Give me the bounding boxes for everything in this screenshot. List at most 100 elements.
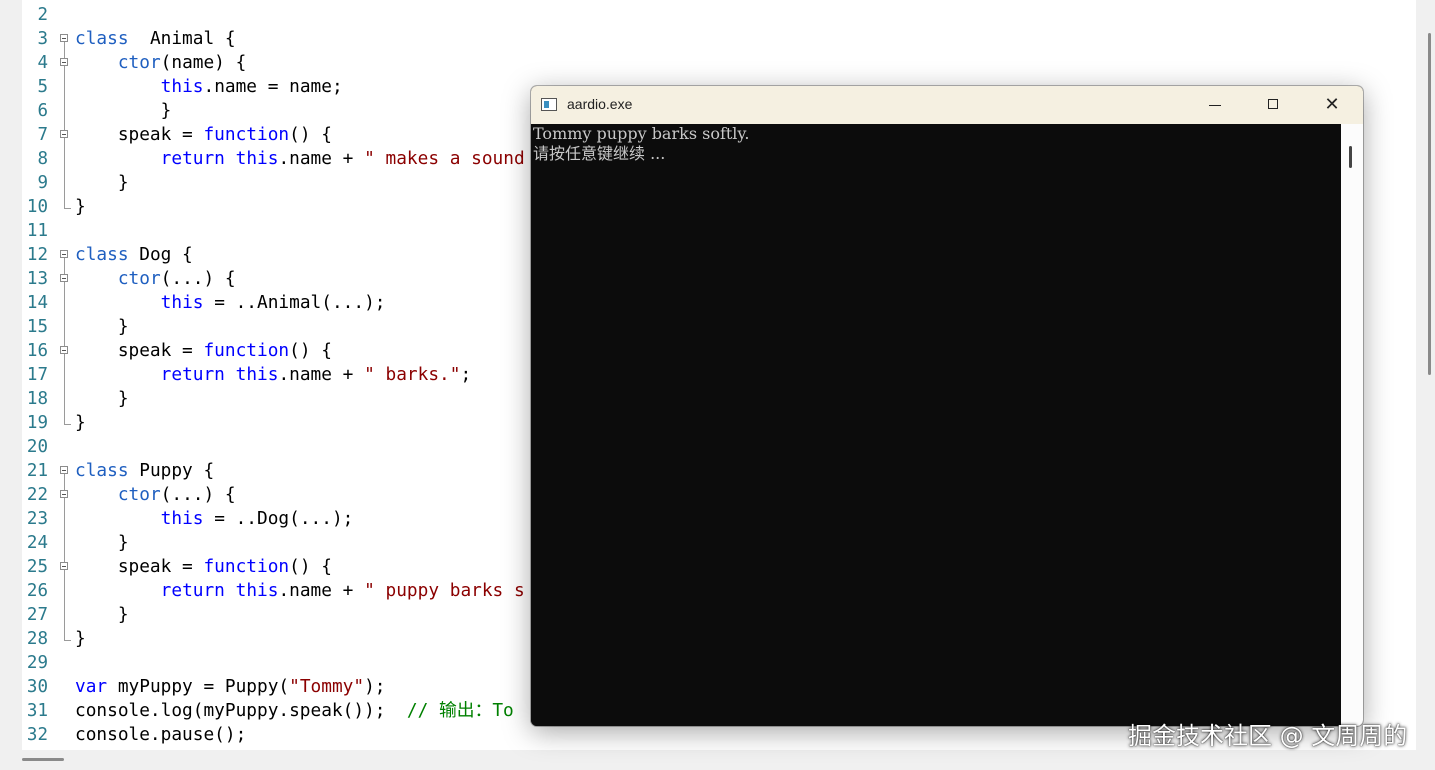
code-line[interactable]: this.name = name; bbox=[75, 75, 343, 99]
fold-toggle[interactable] bbox=[56, 339, 72, 363]
code-line[interactable]: class Animal { bbox=[75, 27, 236, 51]
line-number: 28 bbox=[26, 629, 48, 649]
code-token: class bbox=[75, 244, 129, 265]
line-number: 7 bbox=[37, 125, 48, 145]
console-scroll-thumb[interactable] bbox=[1349, 146, 1352, 168]
code-line[interactable]: class Dog { bbox=[75, 243, 193, 267]
fold-toggle[interactable] bbox=[56, 123, 72, 147]
fold-toggle[interactable] bbox=[56, 243, 72, 267]
code-token: (name) { bbox=[160, 52, 247, 73]
fold-toggle[interactable] bbox=[56, 51, 72, 75]
code-token: = ..Dog(...); bbox=[203, 508, 354, 529]
collapse-icon bbox=[60, 130, 68, 138]
line-number: 15 bbox=[26, 317, 48, 337]
code-line[interactable]: var myPuppy = Puppy("Tommy"); bbox=[75, 675, 385, 699]
horizontal-scrollbar[interactable] bbox=[0, 750, 1435, 770]
minimize-button[interactable] bbox=[1187, 86, 1245, 124]
collapse-icon bbox=[60, 58, 68, 66]
line-number: 2 bbox=[37, 5, 48, 25]
maximize-button[interactable] bbox=[1245, 86, 1303, 124]
code-token: myPuppy = Puppy( bbox=[107, 676, 290, 697]
fold-toggle[interactable] bbox=[56, 267, 72, 291]
console-output-line: 请按任意键继续 ... bbox=[533, 144, 666, 163]
code-line[interactable]: } bbox=[75, 531, 129, 555]
line-number: 25 bbox=[26, 557, 48, 577]
horizontal-scroll-thumb[interactable] bbox=[22, 758, 64, 761]
fold-toggle[interactable] bbox=[56, 483, 72, 507]
line-number: 23 bbox=[26, 509, 48, 529]
code-token: this bbox=[160, 76, 204, 97]
close-button[interactable]: ✕ bbox=[1303, 86, 1361, 124]
collapse-icon bbox=[60, 466, 68, 474]
collapse-icon bbox=[60, 490, 68, 498]
code-line[interactable]: } bbox=[75, 627, 86, 651]
code-token: ; bbox=[460, 364, 472, 385]
console-output[interactable]: Tommy puppy barks softly. 请按任意键继续 ... bbox=[531, 124, 1341, 726]
code-token: .name + bbox=[278, 580, 365, 601]
code-line[interactable]: ctor(...) { bbox=[75, 483, 236, 507]
code-line[interactable]: } bbox=[75, 99, 172, 123]
maximize-icon bbox=[1268, 99, 1278, 109]
code-line[interactable]: } bbox=[75, 603, 129, 627]
code-line[interactable]: speak = function() { bbox=[75, 555, 332, 579]
code-token: Puppy { bbox=[128, 460, 215, 481]
code-line[interactable]: speak = function() { bbox=[75, 123, 332, 147]
code-token: " puppy barks s bbox=[364, 580, 525, 601]
code-token: " makes a sound bbox=[364, 148, 525, 169]
code-line[interactable]: return this.name + " barks."; bbox=[75, 363, 472, 387]
fold-toggle[interactable] bbox=[56, 459, 72, 483]
line-number: 22 bbox=[26, 485, 48, 505]
vertical-scrollbar[interactable] bbox=[1416, 0, 1435, 750]
fold-end-marker bbox=[64, 411, 71, 425]
code-line[interactable]: speak = function() { bbox=[75, 339, 332, 363]
editor-margin bbox=[0, 0, 22, 750]
code-token: } bbox=[75, 532, 129, 553]
vertical-scroll-thumb[interactable] bbox=[1428, 33, 1431, 375]
close-icon: ✕ bbox=[1324, 94, 1340, 115]
code-token: speak = bbox=[75, 124, 204, 145]
console-window[interactable]: aardio.exe ✕ Tommy puppy barks softly. 请… bbox=[531, 86, 1363, 726]
line-number: 18 bbox=[26, 389, 48, 409]
code-line[interactable]: } bbox=[75, 195, 86, 219]
line-number: 20 bbox=[26, 437, 48, 457]
code-token: this bbox=[160, 292, 204, 313]
collapse-icon bbox=[60, 562, 68, 570]
code-token: this bbox=[235, 580, 279, 601]
code-token: speak = bbox=[75, 340, 204, 361]
code-line[interactable]: this = ..Animal(...); bbox=[75, 291, 386, 315]
code-token: } bbox=[75, 100, 172, 121]
code-line[interactable]: return this.name + " makes a sound bbox=[75, 147, 525, 171]
code-token: () { bbox=[289, 556, 332, 577]
line-number: 13 bbox=[26, 269, 48, 289]
code-line[interactable]: } bbox=[75, 387, 129, 411]
line-number: 3 bbox=[37, 29, 48, 49]
code-line[interactable]: console.pause(); bbox=[75, 723, 246, 747]
code-line[interactable]: } bbox=[75, 171, 129, 195]
code-line[interactable]: ctor(...) { bbox=[75, 267, 236, 291]
code-line[interactable]: ctor(name) { bbox=[75, 51, 246, 75]
collapse-icon bbox=[60, 34, 68, 42]
line-number: 29 bbox=[26, 653, 48, 673]
code-line[interactable]: } bbox=[75, 315, 129, 339]
code-token: } bbox=[75, 388, 129, 409]
fold-end-marker bbox=[64, 195, 71, 209]
code-token: return bbox=[160, 364, 225, 385]
code-line[interactable]: class Puppy { bbox=[75, 459, 214, 483]
code-line[interactable]: return this.name + " puppy barks s bbox=[75, 579, 525, 603]
code-line[interactable]: } bbox=[75, 411, 86, 435]
code-line[interactable]: this = ..Dog(...); bbox=[75, 507, 354, 531]
code-token: } bbox=[75, 604, 129, 625]
code-token: "Tommy" bbox=[289, 676, 365, 697]
code-line[interactable]: console.log(myPuppy.speak()); // 输出：To bbox=[75, 699, 514, 723]
code-token: function bbox=[203, 124, 290, 145]
console-titlebar[interactable]: aardio.exe ✕ bbox=[531, 86, 1363, 124]
fold-toggle[interactable] bbox=[56, 555, 72, 579]
fold-toggle[interactable] bbox=[56, 27, 72, 51]
console-scrollbar[interactable] bbox=[1341, 124, 1363, 726]
code-token: () { bbox=[289, 124, 332, 145]
